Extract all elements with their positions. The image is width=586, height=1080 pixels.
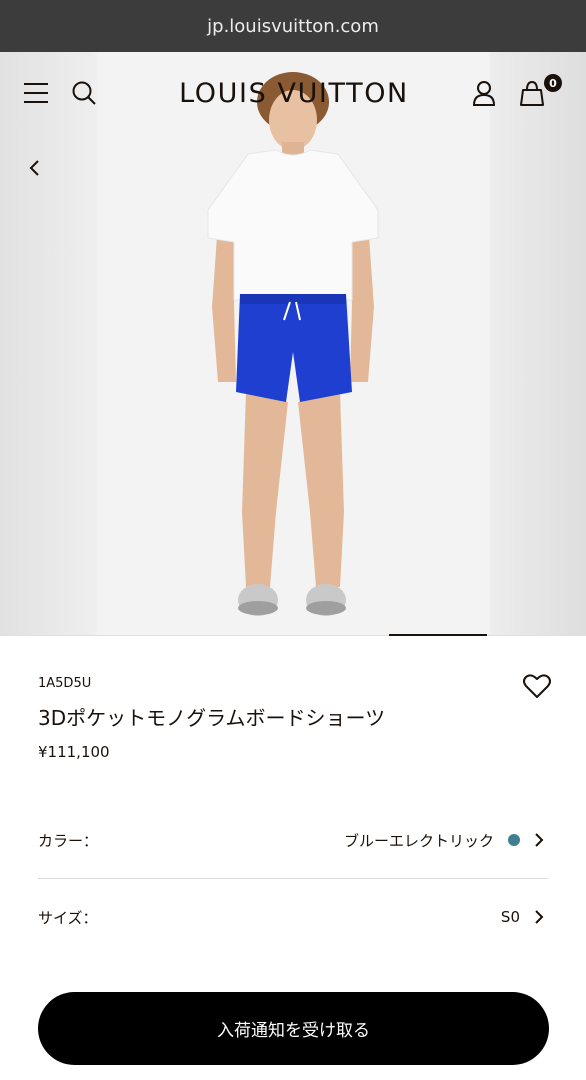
chevron-right-icon — [534, 908, 550, 926]
product-image-carousel[interactable] — [0, 52, 586, 636]
chevron-left-icon — [29, 160, 39, 176]
carousel-active-indicator — [389, 634, 487, 636]
product-title: 3Dポケットモノグラムボードショーツ — [38, 706, 386, 730]
back-button[interactable] — [20, 152, 48, 184]
shopping-bag-icon — [520, 80, 544, 106]
carousel-track — [0, 635, 586, 636]
color-swatch — [508, 834, 520, 846]
product-price: ¥111,100 — [38, 743, 110, 761]
size-label: サイズ： — [38, 908, 98, 927]
menu-button[interactable] — [20, 77, 52, 109]
size-selector[interactable]: サイズ： S0 — [38, 897, 550, 937]
account-icon — [472, 81, 496, 106]
wishlist-button[interactable] — [522, 672, 552, 700]
cart-count-badge: 0 — [544, 74, 562, 92]
color-value: ブルーエレクトリック — [343, 831, 494, 850]
brand-logo[interactable]: LOUIS VUITTON — [178, 72, 410, 114]
options-divider — [38, 878, 548, 879]
search-button[interactable] — [68, 77, 100, 109]
shorts — [236, 294, 352, 402]
size-value: S0 — [500, 908, 520, 926]
color-selector[interactable]: カラー： ブルーエレクトリック — [38, 820, 550, 860]
search-icon — [72, 81, 96, 105]
hamburger-menu-icon — [24, 83, 48, 103]
url-text: jp.louisvuitton.com — [207, 15, 379, 37]
color-label: カラー： — [38, 831, 99, 850]
product-model-image — [207, 72, 379, 616]
heart-icon — [523, 674, 551, 698]
product-sku: 1A5D5U — [38, 676, 92, 691]
top-navigation: LOUIS VUITTON — [0, 52, 586, 176]
browser-url-bar[interactable]: jp.louisvuitton.com — [0, 0, 586, 52]
chevron-right-icon — [534, 831, 550, 849]
notify-restock-button[interactable]: 入荷通知を受け取る — [38, 992, 549, 1065]
account-button[interactable] — [468, 77, 500, 109]
